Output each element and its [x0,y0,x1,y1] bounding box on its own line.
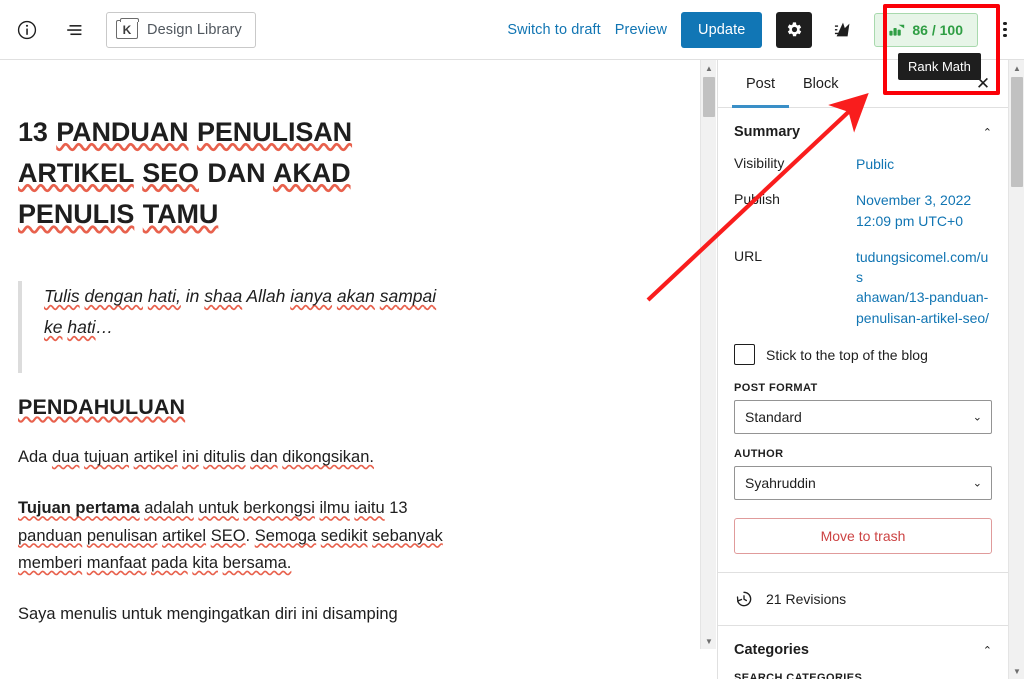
visibility-label: Visibility [734,155,785,171]
author-label: AUTHOR [734,448,784,461]
url-value[interactable]: tudungsicomel.com/us ahawan/13-panduan- … [856,247,992,328]
url-line-1: tudungsicomel.com/us [856,248,989,286]
design-library-glyph: K [122,22,132,37]
document-outline-icon[interactable] [58,13,92,47]
design-library-icon: K [116,17,139,39]
post-content-canvas[interactable]: 13 PANDUAN PENULISAN ARTIKEL SEO DAN AKA… [0,60,700,628]
gear-icon-svg [787,22,802,37]
paragraph-text: Saya menulis untuk mengingatkan diri ini… [18,604,398,623]
preview-button[interactable]: Preview [615,22,667,38]
quote-text: Tulis dengan hati, in shaa Allah ianya a… [44,286,437,338]
publish-value[interactable]: November 3, 2022 12:09 pm UTC+0 [856,190,971,231]
chevron-up-icon[interactable]: ⌃ [983,644,992,657]
scroll-down-arrow-icon[interactable]: ▼ [1009,663,1024,679]
scroll-down-arrow-icon[interactable]: ▼ [701,633,717,649]
design-library-button[interactable]: K Design Library [106,11,256,48]
revisions-label: 21 Revisions [766,591,847,608]
publish-row: Publish November 3, 2022 12:09 pm UTC+0 [734,190,992,231]
tab-block[interactable]: Block [789,60,852,107]
publish-label: Publish [734,191,780,208]
info-icon[interactable] [10,13,44,47]
paragraph-block[interactable]: Tujuan pertama adalah untuk berkongsi il… [18,495,448,577]
summary-panel-body: Visibility Public Publish November 3, 20… [718,154,1008,572]
rank-math-logo-icon[interactable] [826,13,860,47]
categories-panel-header[interactable]: Categories ⌃ [718,626,1008,672]
bar-chart-up-icon [889,24,905,36]
rank-math-logo-svg [835,22,850,36]
revisions-row[interactable]: 21 Revisions [718,573,1008,625]
rank-math-score-value: 86 / 100 [912,21,963,38]
kebab-menu-icon[interactable] [992,13,1018,47]
editor-content-area[interactable]: 13 PANDUAN PENULISAN ARTIKEL SEO DAN AKA… [0,60,700,649]
gear-icon[interactable] [776,11,813,48]
kebab-dot [1003,34,1007,38]
wordpress-block-editor: K Design Library Switch to draft Preview… [0,0,1024,679]
categories-panel-title: Categories [734,642,809,659]
visibility-value[interactable]: Public [856,154,894,174]
toolbar-right-group: Switch to draft Preview Update 86 / 100 [507,0,1024,59]
history-clock-icon [736,591,752,607]
switch-to-draft-button[interactable]: Switch to draft [507,22,600,38]
section-heading[interactable]: PENDAHULUAN [18,395,658,420]
kebab-dot [1003,27,1007,32]
post-title-text: 13 PANDUAN PENULISAN ARTIKEL SEO DAN AKA… [18,117,353,230]
post-title[interactable]: 13 PANDUAN PENULISAN ARTIKEL SEO DAN AKA… [18,112,458,235]
summary-panel: Summary ⌃ Visibility Public Publish Nove… [718,108,1008,574]
info-icon-svg [17,20,37,39]
rank-math-tooltip: Rank Math [898,53,981,80]
kebab-dot [1003,21,1007,25]
search-categories-label: SEARCH CATEGORIES [734,672,863,679]
revisions-panel: 21 Revisions [718,573,1008,627]
toolbar-left-group: K Design Library [0,11,256,48]
summary-panel-header[interactable]: Summary ⌃ [718,108,1008,154]
categories-panel: Categories ⌃ SEARCH CATEGORIES [718,626,1008,679]
scroll-up-arrow-icon[interactable]: ▲ [1009,60,1024,76]
design-library-label: Design Library [147,21,242,38]
document-outline-icon-svg [67,24,82,35]
update-button[interactable]: Update [681,11,763,48]
editor-top-toolbar: K Design Library Switch to draft Preview… [0,0,1024,60]
post-settings-sidebar: Post Block ✕ Summary ⌃ Visibility Public… [717,60,1008,679]
sidebar-scrollbar[interactable]: ▲ ▼ [1008,60,1024,679]
section-heading-text: PENDAHULUAN [18,395,186,420]
sticky-post-checkbox[interactable] [734,344,755,366]
url-label: URL [734,247,763,264]
author-select[interactable] [734,466,992,501]
tab-post[interactable]: Post [732,60,790,108]
summary-panel-title: Summary [734,124,801,140]
post-format-label: POST FORMAT [734,382,818,395]
paragraph-text: Tujuan pertama adalah untuk berkongsi il… [18,499,443,572]
chevron-up-icon[interactable]: ⌃ [983,126,992,139]
sticky-post-label[interactable]: Stick to the top of the blog [766,347,928,363]
publish-time: 12:09 pm UTC+0 [856,212,963,229]
sticky-post-row: Stick to the top of the blog [734,344,992,366]
url-line-2: ahawan/13-panduan- [856,289,989,306]
editor-scrollbar[interactable]: ▲ ▼ [700,60,716,649]
paragraph-block[interactable]: Ada dua tujuan artikel ini ditulis dan d… [18,444,448,471]
rank-math-score-badge[interactable]: 86 / 100 [874,12,978,47]
editor-scrollbar-thumb[interactable] [703,77,715,117]
author-field: ⌄ [734,466,992,501]
url-row: URL tudungsicomel.com/us ahawan/13-pandu… [734,247,992,328]
paragraph-block[interactable]: Saya menulis untuk mengingatkan diri ini… [18,601,448,628]
publish-date: November 3, 2022 [856,192,972,209]
post-format-field: ⌄ [734,400,992,435]
move-to-trash-button[interactable]: Move to trash [734,518,992,555]
scroll-up-arrow-icon[interactable]: ▲ [701,60,717,76]
visibility-row: Visibility Public [734,154,992,174]
post-format-select[interactable] [734,400,992,435]
url-line-3: penulisan-artikel-seo/ [856,309,990,326]
quote-block[interactable]: Tulis dengan hati, in shaa Allah ianya a… [18,281,658,374]
sidebar-scrollbar-thumb[interactable] [1011,77,1023,187]
paragraph-text: Ada dua tujuan artikel ini ditulis dan d… [18,448,374,467]
